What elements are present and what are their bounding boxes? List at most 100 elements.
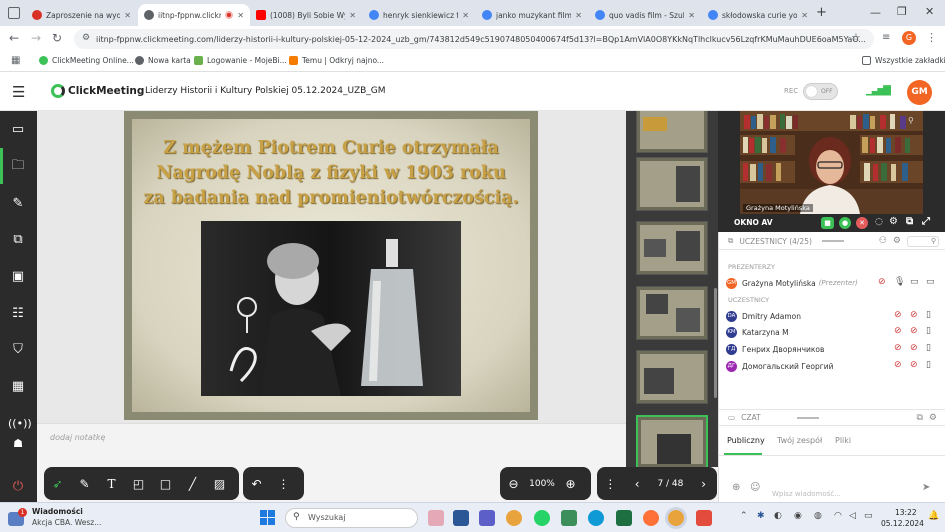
fullscreen-icon[interactable]: ⤢: [922, 216, 930, 227]
record-toggle[interactable]: OFF: [803, 83, 838, 100]
close-icon[interactable]: ✕: [801, 11, 808, 20]
menu-icon[interactable]: ⋮: [926, 31, 937, 44]
text-icon[interactable]: T: [101, 473, 123, 495]
video-off-icon[interactable]: ⊘: [910, 326, 918, 336]
chrome-icon[interactable]: [506, 510, 522, 526]
whatsapp-icon[interactable]: [534, 510, 550, 526]
notifications-icon[interactable]: 🔔: [928, 511, 939, 521]
next-slide-icon[interactable]: ›: [693, 473, 715, 495]
taskbar-search[interactable]: ⚲ Wyszukaj: [285, 508, 418, 528]
profile-avatar[interactable]: G: [902, 31, 916, 45]
close-icon[interactable]: ✕: [124, 11, 131, 20]
rectangle-icon[interactable]: □: [155, 473, 177, 495]
tab-public[interactable]: Publiczny: [727, 436, 765, 445]
bookmark-new-tab[interactable]: Nowa karta: [135, 56, 191, 65]
send-icon[interactable]: ➤: [922, 482, 930, 493]
tab-0[interactable]: Zaproszenie na wyda ✕: [26, 4, 137, 26]
url-field[interactable]: ⚙ iitnp-fppnw.clickmeeting.com/liderzy-h…: [74, 29, 874, 49]
image-icon[interactable]: ▨: [209, 473, 231, 495]
broadcast-icon[interactable]: ((•)): [8, 414, 32, 434]
tab-search-icon[interactable]: [8, 7, 20, 19]
power-icon[interactable]: ⏻: [8, 477, 28, 497]
site-info-icon[interactable]: ⚙: [82, 33, 90, 43]
participant-row[interactable]: ГД Генрих Дворянчиков ⊘ ⊘ ▯: [726, 342, 936, 356]
screen-icon[interactable]: ▭: [926, 277, 935, 287]
mic-off-icon[interactable]: ⊘: [894, 326, 902, 336]
tab-team[interactable]: Twój zespół: [777, 436, 822, 445]
more-icon[interactable]: ⋮: [600, 473, 622, 495]
video-off-icon[interactable]: ⊘: [878, 277, 886, 287]
tray-icon[interactable]: ◐: [774, 511, 782, 521]
participants-search[interactable]: ⚲: [907, 235, 939, 247]
widget-icon[interactable]: [428, 510, 444, 526]
grid-icon[interactable]: ▦: [8, 377, 28, 397]
user-avatar[interactable]: GM: [907, 80, 932, 105]
thumbnail[interactable]: [636, 111, 708, 153]
sticky-note-icon[interactable]: ◰: [128, 473, 150, 495]
wifi-icon[interactable]: ◠: [834, 511, 842, 521]
chat-popout-icon[interactable]: ⧉: [916, 413, 922, 423]
mic-off-icon[interactable]: ⊘: [894, 360, 902, 370]
battery-icon[interactable]: ▭: [864, 511, 873, 521]
prev-slide-icon[interactable]: ‹: [626, 473, 648, 495]
hangup-icon[interactable]: ✕: [856, 217, 868, 229]
thumbnail-selected[interactable]: [636, 415, 708, 467]
bookmark-clickmeeting[interactable]: ClickMeeting Online...: [39, 56, 134, 65]
notification-app[interactable]: 1: [6, 508, 28, 528]
presentation-icon[interactable]: ▣: [8, 267, 28, 287]
bookmark-temu[interactable]: Temu | Odkryj najno...: [289, 56, 384, 65]
tab-3[interactable]: henryk sienkiewicz fi ✕: [363, 4, 475, 26]
mic-off-icon[interactable]: ⊘: [894, 310, 902, 320]
mic-icon[interactable]: 🎙: [894, 277, 905, 287]
participant-row[interactable]: KM Katarzyna M ⊘ ⊘ ▯: [726, 325, 936, 339]
thumbnail[interactable]: [636, 350, 708, 404]
device-icon[interactable]: ▯: [926, 326, 931, 336]
new-tab-button[interactable]: +: [816, 5, 827, 20]
tab-5[interactable]: quo vadis film - Szuk ✕: [589, 4, 701, 26]
pen-icon[interactable]: ✎: [74, 473, 96, 495]
popout-icon[interactable]: ⧉: [906, 216, 913, 227]
drag-handle[interactable]: [821, 240, 844, 242]
close-icon[interactable]: ✕: [462, 11, 469, 20]
close-icon[interactable]: ✕: [688, 11, 695, 20]
thumbnails-scrollbar[interactable]: [714, 288, 717, 398]
participant-row[interactable]: ДГ Домогальский Георгий ⊘ ⊘ ▯: [726, 359, 936, 373]
device-icon[interactable]: ▯: [926, 343, 931, 353]
excel-icon[interactable]: [616, 510, 632, 526]
close-icon[interactable]: ✕: [575, 11, 582, 20]
edit-icon[interactable]: ✎: [8, 194, 28, 214]
pointer-icon[interactable]: ➶: [47, 473, 69, 495]
bookmark-mojebi[interactable]: Logowanie - MojeBi...: [194, 56, 287, 65]
close-icon[interactable]: ✕: [237, 11, 244, 20]
close-icon[interactable]: ✕: [349, 11, 356, 20]
video-off-icon[interactable]: ⊘: [910, 310, 918, 320]
thumbnail[interactable]: [636, 221, 708, 275]
notes-area[interactable]: dodaj notatkę: [37, 423, 626, 467]
device-icon[interactable]: ▯: [926, 360, 931, 370]
add-icon[interactable]: ⊕: [732, 482, 740, 493]
pin-icon[interactable]: ⚲: [908, 116, 914, 125]
forward-icon[interactable]: →: [31, 31, 41, 45]
tab-1[interactable]: iitnp-fppnw.clickm ✕: [138, 4, 250, 26]
chat-input[interactable]: Wpisz wiadomość...: [772, 490, 841, 498]
apps-icon[interactable]: ▦: [11, 55, 20, 66]
teams-icon[interactable]: [479, 510, 495, 526]
thumbnail[interactable]: [636, 157, 708, 211]
undo-icon[interactable]: ↶: [246, 473, 268, 495]
firefox-icon[interactable]: [643, 510, 659, 526]
mic-off-icon[interactable]: ⊘: [894, 343, 902, 353]
video-off-icon[interactable]: ⊘: [910, 343, 918, 353]
back-icon[interactable]: ←: [9, 31, 19, 45]
tab-files[interactable]: Pliki: [835, 436, 851, 445]
tray-icon[interactable]: ◍: [814, 511, 822, 521]
emoji-icon[interactable]: ☺: [750, 482, 760, 493]
camera-toggle-icon[interactable]: ■: [821, 217, 834, 229]
extensions-icon[interactable]: ≡: [882, 32, 890, 43]
tab-2[interactable]: (1008) Byli Sobie Wyn ✕: [250, 4, 362, 26]
drag-handle[interactable]: [796, 416, 819, 419]
participant-row[interactable]: DA Dmitry Adamon ⊘ ⊘ ▯: [726, 309, 936, 323]
close-window-icon[interactable]: ✕: [925, 5, 934, 18]
windows-start-icon[interactable]: [260, 510, 275, 525]
hamburger-icon[interactable]: ☰: [12, 83, 25, 101]
maximize-icon[interactable]: ❐: [897, 5, 907, 18]
